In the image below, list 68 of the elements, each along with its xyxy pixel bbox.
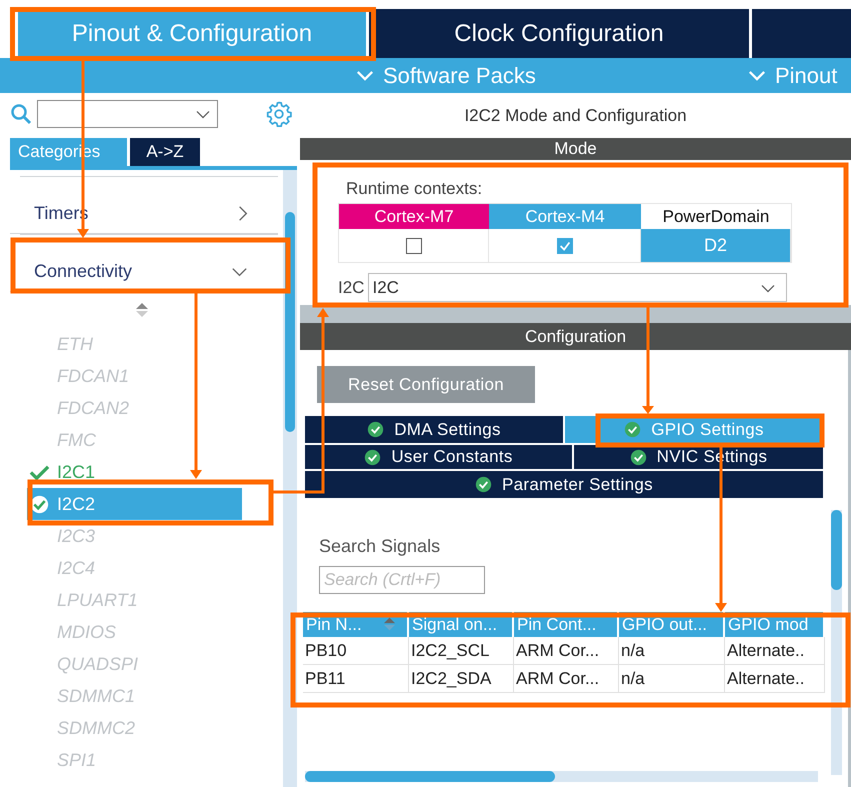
check-icon	[29, 462, 50, 482]
settings-icon[interactable]	[266, 101, 292, 127]
power-domain-value[interactable]: D2	[641, 229, 790, 262]
chevron-down-icon	[195, 110, 211, 119]
table-cell: n/a	[619, 665, 725, 693]
table-cell: I2C2_SDA	[409, 665, 514, 693]
scrollbar-track[interactable]	[283, 170, 297, 787]
peripheral-item[interactable]: SDMMC2	[27, 712, 242, 744]
settings-tab[interactable]: User Constants	[305, 445, 572, 469]
search-field[interactable]: Search (Crtl+F)	[319, 566, 485, 594]
peripheral-item[interactable]: I2C1	[27, 456, 242, 488]
context-header: Cortex-M4	[489, 204, 641, 229]
scrollbar-track[interactable]	[831, 510, 842, 775]
peripheral-item[interactable]: SPI1	[27, 744, 242, 776]
scrollbar-thumb[interactable]	[305, 771, 555, 782]
check-circle-icon	[367, 421, 384, 438]
panel-title: I2C2 Mode and Configuration	[300, 93, 851, 138]
search-combo-field[interactable]	[37, 100, 218, 128]
check-circle-icon	[630, 448, 647, 466]
table-cell: ARM Cor...	[514, 637, 619, 665]
mode-select[interactable]: I2C	[368, 273, 788, 302]
search-signals-label: Search Signals	[319, 536, 440, 557]
table-cell: ARM Cor...	[514, 665, 619, 693]
peripheral-item[interactable]: LPUART1	[27, 584, 242, 616]
perspective-tab[interactable]: Clock Configuration	[369, 9, 749, 58]
chevron-down-icon	[356, 70, 374, 81]
chevron-down-icon	[231, 266, 248, 276]
sort-icon[interactable]	[136, 303, 148, 317]
peripheral-item[interactable]: FDCAN1	[27, 360, 242, 392]
peripheral-item[interactable]: FMC	[27, 424, 242, 456]
chevron-down-icon	[760, 284, 776, 293]
peripheral-item[interactable]: FDCAN2	[27, 392, 242, 424]
peripheral-item[interactable]: I2C4	[27, 552, 242, 584]
chevron-down-icon	[748, 70, 766, 81]
checkbox[interactable]	[556, 238, 572, 254]
section-header: Mode	[300, 138, 851, 160]
menu-button[interactable]: Pinout	[748, 58, 838, 93]
peripheral-item[interactable]: QUADSPI	[27, 648, 242, 680]
peripheral-item[interactable]: ETH	[27, 328, 242, 360]
table-cell: PB10	[303, 637, 409, 665]
section-header: Configuration	[300, 323, 851, 350]
check-circle-icon	[364, 448, 382, 466]
check-circle-icon	[624, 421, 642, 438]
check-circle-icon	[475, 476, 492, 493]
settings-tab[interactable]: Parameter Settings	[305, 471, 823, 498]
scrollbar-track[interactable]	[305, 771, 818, 782]
peripheral-item[interactable]: MDIOS	[27, 616, 242, 648]
search-icon[interactable]	[10, 103, 32, 125]
table-cell: Alternate..	[725, 637, 825, 665]
table-cell: Alternate..	[725, 665, 825, 693]
category-item[interactable]: Connectivity	[10, 252, 278, 292]
field-label: I2C	[338, 278, 364, 298]
settings-tab[interactable]: DMA Settings	[305, 416, 563, 443]
checkbox[interactable]	[406, 238, 422, 254]
table-cell: n/a	[619, 637, 725, 665]
chevron-right-icon	[238, 205, 248, 222]
table-cell: I2C2_SCL	[409, 637, 514, 665]
scrollbar-thumb[interactable]	[831, 510, 842, 590]
context-header: Cortex-M7	[339, 204, 489, 229]
table-cell: PB11	[303, 665, 409, 693]
peripheral-item[interactable]: SDMMC1	[27, 680, 242, 712]
menu-button[interactable]: Software Packs	[356, 58, 748, 93]
peripheral-item[interactable]: I2C3	[27, 520, 242, 552]
perspective-tab[interactable]: Pinout & Configuration	[18, 9, 366, 58]
peripheral-item[interactable]: I2C2	[27, 488, 242, 520]
runtime-contexts-label: Runtime contexts:	[346, 179, 484, 199]
view-tab[interactable]: A->Z	[130, 138, 200, 166]
sort-icon	[384, 617, 395, 631]
